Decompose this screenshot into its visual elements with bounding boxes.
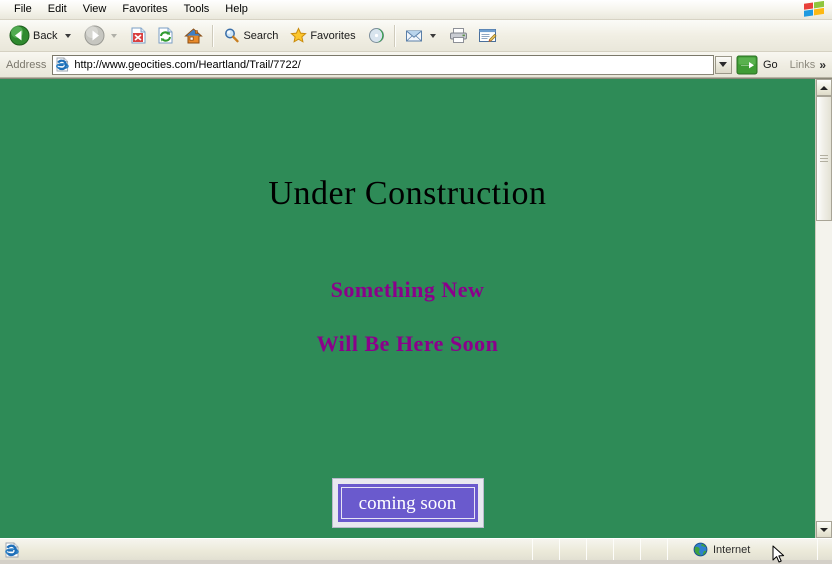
- status-bar: Internet: [0, 538, 832, 560]
- navigation-toolbar: Back Search Favorites: [0, 20, 832, 52]
- forward-arrow-icon: [84, 25, 105, 46]
- star-icon: [290, 27, 308, 44]
- magnifier-icon: [223, 27, 240, 44]
- menu-item-edit[interactable]: Edit: [40, 1, 75, 18]
- coming-soon-button-fill: coming soon: [337, 484, 478, 522]
- address-url-text[interactable]: http://www.geocities.com/Heartland/Trail…: [70, 59, 711, 71]
- status-cell-4: [614, 539, 641, 560]
- media-button[interactable]: [363, 22, 390, 50]
- refresh-icon: [157, 27, 174, 44]
- home-button[interactable]: [179, 22, 208, 50]
- print-icon: [449, 27, 468, 44]
- search-button-label: Search: [243, 29, 279, 42]
- links-label: Links: [789, 58, 816, 71]
- go-arrow-icon: [734, 55, 760, 75]
- status-cell-5: [641, 539, 668, 560]
- web-page-content: Under Construction Something New Will Be…: [0, 79, 815, 538]
- ie-page-icon: [55, 57, 70, 72]
- mail-chevron-down-icon[interactable]: [429, 33, 436, 38]
- stop-icon: [130, 27, 147, 44]
- windows-flag-logo-icon: [802, 1, 828, 19]
- status-cell-3: [587, 539, 614, 560]
- back-button-label: Back: [33, 29, 58, 42]
- security-zone-label: Internet: [713, 543, 751, 556]
- coming-soon-button[interactable]: coming soon: [331, 478, 484, 528]
- home-icon: [184, 27, 204, 45]
- menu-item-help[interactable]: Help: [217, 1, 256, 18]
- security-zone-cell[interactable]: Internet: [668, 539, 818, 560]
- menu-item-tools[interactable]: Tools: [176, 1, 218, 18]
- toolbar-separator-1: [212, 24, 215, 47]
- scrollbar-track[interactable]: [816, 96, 832, 521]
- go-button-label: Go: [762, 58, 778, 71]
- favorites-button-label: Favorites: [310, 29, 356, 42]
- edit-page-button[interactable]: [473, 22, 502, 50]
- status-cell-2: [560, 539, 587, 560]
- scroll-up-button[interactable]: [816, 79, 832, 96]
- menu-bar: File Edit View Favorites Tools Help: [0, 0, 832, 20]
- subheading-will-be-here-soon: Will Be Here Soon: [316, 331, 499, 356]
- ie-document-icon: [4, 542, 21, 558]
- address-input[interactable]: http://www.geocities.com/Heartland/Trail…: [52, 54, 714, 75]
- back-button[interactable]: Back: [4, 22, 79, 50]
- chevron-down-icon: [719, 62, 728, 67]
- back-history-chevron-down-icon[interactable]: [65, 33, 72, 38]
- forward-history-chevron-down-icon: [111, 33, 118, 38]
- edit-page-icon: [478, 27, 497, 44]
- subheading-something-new: Something New: [330, 277, 485, 302]
- go-button[interactable]: Go: [732, 54, 786, 76]
- stop-button[interactable]: [125, 22, 152, 50]
- scroll-down-arrow-icon: [820, 527, 828, 532]
- scroll-up-arrow-icon: [820, 85, 828, 90]
- scroll-thumb-grip-icon: [820, 153, 828, 164]
- forward-button[interactable]: [79, 22, 125, 50]
- browser-window: File Edit View Favorites Tools Help Back…: [0, 0, 832, 563]
- menu-item-file[interactable]: File: [6, 1, 40, 18]
- back-arrow-icon: [9, 25, 30, 46]
- refresh-button[interactable]: [152, 22, 179, 50]
- status-cell-1: [533, 539, 560, 560]
- coming-soon-button-border: coming soon: [340, 487, 475, 519]
- resize-grip[interactable]: [818, 539, 832, 560]
- page-title: Under Construction: [268, 175, 547, 212]
- globe-icon: [693, 542, 708, 557]
- scroll-down-button[interactable]: [816, 521, 832, 538]
- status-message-cell: [0, 539, 533, 560]
- menu-item-view[interactable]: View: [75, 1, 115, 18]
- print-button[interactable]: [444, 22, 473, 50]
- favorites-button[interactable]: Favorites: [285, 22, 362, 50]
- menu-item-favorites[interactable]: Favorites: [114, 1, 175, 18]
- mail-icon: [405, 27, 424, 44]
- page-viewport: Under Construction Something New Will Be…: [0, 78, 832, 538]
- search-button[interactable]: Search: [218, 22, 285, 50]
- toolbar-separator-2: [393, 24, 396, 47]
- address-label: Address: [6, 58, 47, 71]
- vertical-scrollbar[interactable]: [815, 79, 832, 538]
- scrollbar-thumb[interactable]: [816, 96, 832, 221]
- media-icon: [368, 27, 385, 44]
- address-bar: Address http://www.geocities.com/Heartla…: [0, 52, 832, 78]
- mail-button[interactable]: [400, 22, 444, 50]
- coming-soon-button-label: coming soon: [358, 492, 457, 514]
- address-dropdown-button[interactable]: [714, 55, 732, 74]
- double-chevron-icon[interactable]: »: [819, 59, 830, 71]
- links-toolbar[interactable]: Links »: [786, 59, 830, 71]
